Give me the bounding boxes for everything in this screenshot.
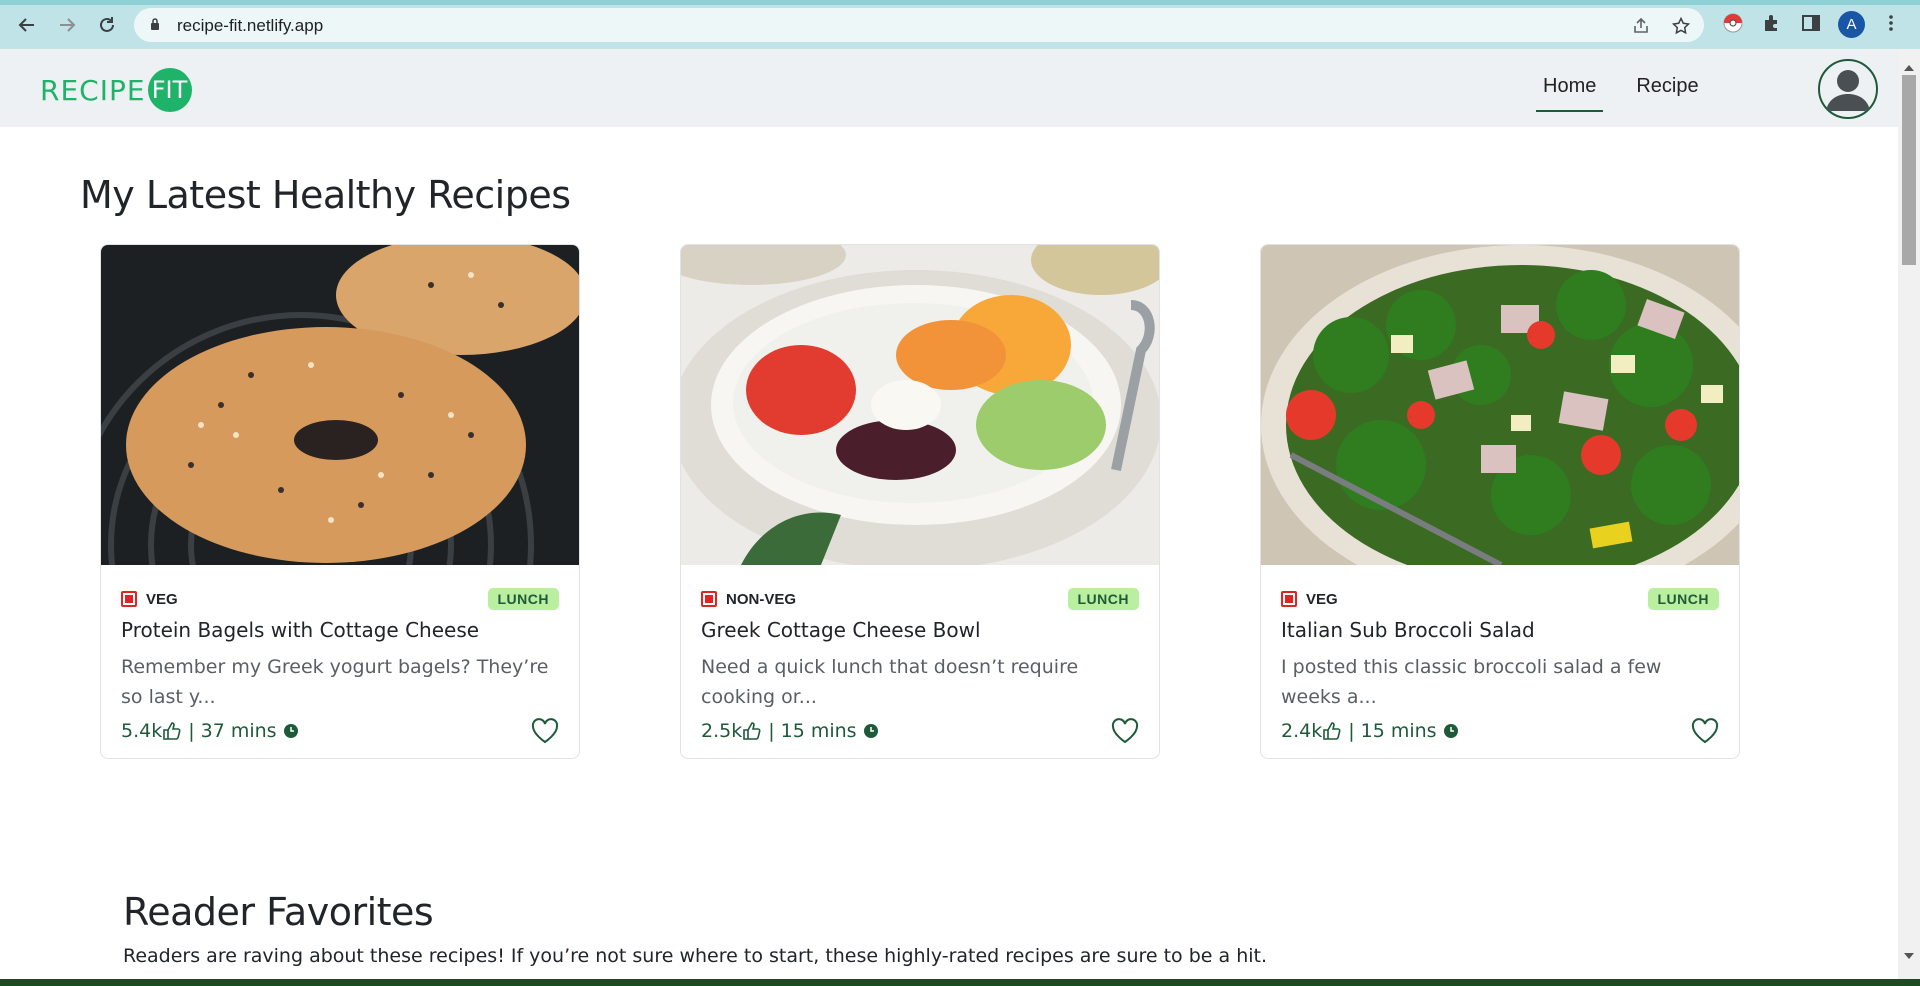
share-icon[interactable]	[1632, 17, 1650, 35]
broccoli-salad-image	[1261, 245, 1739, 565]
diet-mark-icon	[701, 591, 717, 607]
recipe-card[interactable]: VEG LUNCH Italian Sub Broccoli Salad I p…	[1260, 244, 1740, 759]
bagel-image	[101, 245, 579, 565]
diet-label: NON-VEG	[726, 590, 797, 608]
recipe-title[interactable]: Italian Sub Broccoli Salad	[1281, 618, 1719, 642]
thumbs-up-icon	[743, 722, 761, 740]
scroll-thumb[interactable]	[1902, 75, 1916, 265]
favorite-heart-icon[interactable]	[1111, 718, 1139, 744]
recipe-card[interactable]: NON-VEG LUNCH Greek Cottage Cheese Bowl …	[680, 244, 1160, 759]
clock-icon	[283, 724, 298, 738]
address-url[interactable]: recipe-fit.netlify.app	[177, 16, 323, 36]
browser-menu-icon[interactable]	[1880, 12, 1902, 34]
forward-icon[interactable]	[52, 10, 82, 40]
recipe-stats: 2.4k | 15 mins	[1281, 720, 1460, 742]
likes-count: 2.5k	[701, 720, 743, 742]
recipe-description: Need a quick lunch that doesn’t require …	[701, 656, 1079, 708]
reader-favorites-heading: Reader Favorites	[123, 890, 434, 934]
reader-favorites-subtitle: Readers are raving about these recipes! …	[123, 945, 1268, 967]
stats-separator: |	[1348, 720, 1355, 742]
site-logo[interactable]: RECIPE FIT	[40, 68, 192, 112]
recipe-card[interactable]: VEG LUNCH Protein Bagels with Cottage Ch…	[100, 244, 580, 759]
diet-label: VEG	[146, 590, 178, 608]
browser-toolbar: recipe-fit.netlify.app A	[0, 0, 1920, 49]
cook-time: 15 mins	[1360, 720, 1437, 742]
logo-badge: FIT	[147, 68, 192, 112]
recipe-stats: 5.4k | 37 mins	[121, 720, 300, 742]
recipe-description: I posted this classic broccoli salad a f…	[1281, 656, 1662, 708]
lock-icon	[151, 18, 159, 30]
user-avatar-icon[interactable]	[1818, 59, 1878, 119]
nav-link-recipe[interactable]: Recipe	[1629, 75, 1705, 112]
logo-text: RECIPE	[40, 73, 146, 107]
bookmark-star-icon[interactable]	[1672, 17, 1690, 35]
cook-time: 15 mins	[780, 720, 857, 742]
browser-tab-strip	[0, 0, 1920, 5]
extensions-puzzle-icon[interactable]	[1761, 12, 1783, 34]
diet-indicator: VEG	[1281, 591, 1338, 608]
diet-label: VEG	[1306, 590, 1338, 608]
recipe-stats: 2.5k | 15 mins	[701, 720, 880, 742]
back-icon[interactable]	[12, 10, 42, 40]
stats-separator: |	[768, 720, 775, 742]
category-badge: LUNCH	[1647, 588, 1719, 610]
stats-separator: |	[188, 720, 195, 742]
main-nav: Home Recipe	[1536, 75, 1706, 112]
diet-mark-icon	[121, 591, 137, 607]
recipe-card-body: VEG LUNCH Protein Bagels with Cottage Ch…	[101, 565, 579, 758]
recipe-title[interactable]: Protein Bagels with Cottage Cheese	[121, 618, 559, 642]
favorite-heart-icon[interactable]	[531, 718, 559, 744]
diet-mark-icon	[1281, 591, 1297, 607]
address-bar[interactable]: recipe-fit.netlify.app	[134, 8, 1704, 42]
site-header: RECIPE FIT Home Recipe	[0, 49, 1898, 127]
category-badge: LUNCH	[487, 588, 559, 610]
greek-bowl-image	[681, 245, 1159, 565]
nav-link-home[interactable]: Home	[1536, 75, 1604, 112]
browser-profile-avatar[interactable]: A	[1838, 11, 1865, 38]
page-scrollbar[interactable]	[1898, 49, 1920, 979]
scroll-up-arrow-icon[interactable]	[1904, 65, 1914, 71]
diet-indicator: VEG	[121, 591, 178, 608]
recipe-title[interactable]: Greek Cottage Cheese Bowl	[701, 618, 1139, 642]
clock-icon	[1443, 724, 1458, 738]
likes-count: 2.4k	[1281, 720, 1323, 742]
recipe-card-body: VEG LUNCH Italian Sub Broccoli Salad I p…	[1261, 565, 1739, 758]
footer-edge	[0, 979, 1920, 986]
scroll-down-arrow-icon[interactable]	[1904, 953, 1914, 959]
pokeball-extension-icon[interactable]	[1722, 12, 1744, 34]
likes-count: 5.4k	[121, 720, 163, 742]
reload-icon[interactable]	[92, 10, 122, 40]
diet-indicator: NON-VEG	[701, 591, 796, 608]
clock-icon	[863, 724, 878, 738]
side-panel-icon[interactable]	[1800, 12, 1822, 34]
thumbs-up-icon	[1323, 722, 1341, 740]
favorite-heart-icon[interactable]	[1691, 718, 1719, 744]
thumbs-up-icon	[163, 722, 181, 740]
latest-recipes-heading: My Latest Healthy Recipes	[80, 173, 571, 217]
recipe-description: Remember my Greek yogurt bagels? They’re…	[121, 656, 549, 708]
recipe-card-grid: VEG LUNCH Protein Bagels with Cottage Ch…	[100, 244, 1800, 764]
category-badge: LUNCH	[1067, 588, 1139, 610]
recipe-card-body: NON-VEG LUNCH Greek Cottage Cheese Bowl …	[681, 565, 1159, 758]
cook-time: 37 mins	[200, 720, 277, 742]
